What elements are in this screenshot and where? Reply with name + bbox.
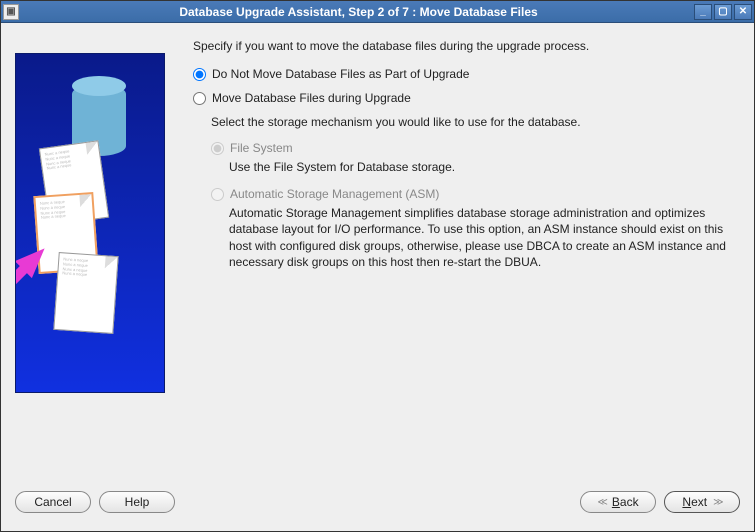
help-label: Help <box>125 495 150 509</box>
window-frame: ▣ Database Upgrade Assistant, Step 2 of … <box>0 0 755 532</box>
cancel-button[interactable]: Cancel <box>15 491 91 513</box>
back-label: Back <box>612 495 639 509</box>
storage-intro-text: Select the storage mechanism you would l… <box>211 115 740 129</box>
maximize-button[interactable]: ▢ <box>714 4 732 20</box>
option-no-move[interactable]: Do Not Move Database Files as Part of Up… <box>193 67 740 81</box>
page-icon: Nunc a nequeNunc a nequeNunc a nequeNunc… <box>53 252 118 334</box>
wizard-illustration: Nunc a nequeNunc a nequeNunc a nequeNunc… <box>15 53 165 393</box>
main-panel: Specify if you want to move the database… <box>165 35 740 473</box>
close-button[interactable]: ✕ <box>734 4 752 20</box>
help-button[interactable]: Help <box>99 491 175 513</box>
titlebar: ▣ Database Upgrade Assistant, Step 2 of … <box>1 1 754 23</box>
content-area: Nunc a nequeNunc a nequeNunc a nequeNunc… <box>1 23 754 483</box>
chevron-left-icon: ≪ <box>597 497 605 508</box>
cancel-label: Cancel <box>34 495 71 509</box>
option-no-move-label: Do Not Move Database Files as Part of Up… <box>212 67 469 81</box>
minimize-button[interactable]: _ <box>694 4 712 20</box>
app-icon: ▣ <box>3 4 19 20</box>
button-group-right: ≪ Back Next ≫ <box>580 491 740 513</box>
radio-move[interactable] <box>193 92 206 105</box>
button-bar: Cancel Help ≪ Back Next ≫ <box>1 483 754 531</box>
storage-options: File System Use the File System for Data… <box>211 141 740 270</box>
option-move-label: Move Database Files during Upgrade <box>212 91 411 105</box>
filesystem-description: Use the File System for Database storage… <box>229 159 740 175</box>
chevron-right-icon: ≫ <box>713 497 721 508</box>
radio-no-move[interactable] <box>193 68 206 81</box>
instruction-text: Specify if you want to move the database… <box>193 39 740 53</box>
asm-label: Automatic Storage Management (ASM) <box>230 187 439 201</box>
filesystem-label: File System <box>230 141 293 155</box>
option-filesystem[interactable]: File System <box>211 141 740 155</box>
option-asm[interactable]: Automatic Storage Management (ASM) <box>211 187 740 201</box>
next-label: Next <box>682 495 707 509</box>
window-controls: _ ▢ ✕ <box>694 4 752 20</box>
radio-asm[interactable] <box>211 188 224 201</box>
button-group-left: Cancel Help <box>15 491 175 513</box>
radio-filesystem[interactable] <box>211 142 224 155</box>
back-button[interactable]: ≪ Back <box>580 491 656 513</box>
next-button[interactable]: Next ≫ <box>664 491 740 513</box>
window-title: Database Upgrade Assistant, Step 2 of 7 … <box>23 5 694 19</box>
option-move[interactable]: Move Database Files during Upgrade <box>193 91 740 105</box>
asm-description: Automatic Storage Management simplifies … <box>229 205 740 270</box>
